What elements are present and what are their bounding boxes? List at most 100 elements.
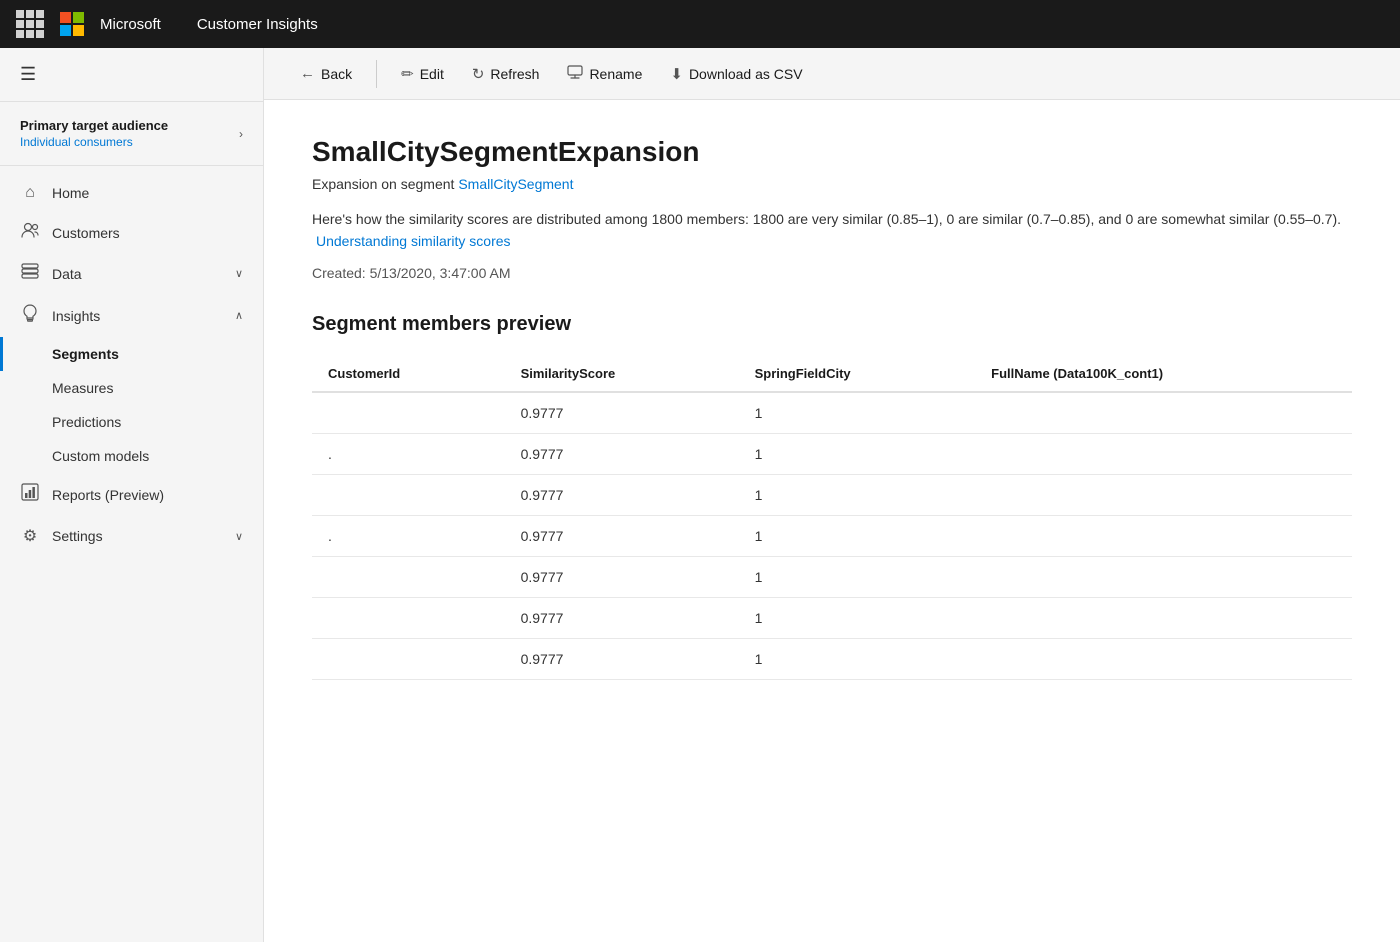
- table-row: 0.9777 1: [312, 474, 1352, 515]
- refresh-label: Refresh: [490, 66, 539, 82]
- cell-springfield-city: 1: [739, 638, 976, 679]
- back-label: Back: [321, 66, 352, 82]
- sidebar-item-reports[interactable]: Reports (Preview): [0, 473, 263, 516]
- edit-button[interactable]: ✏ Edit: [389, 59, 456, 89]
- col-customer-id: CustomerId: [312, 356, 505, 392]
- back-button[interactable]: ← Back: [288, 59, 364, 88]
- table-row: 0.9777 1: [312, 638, 1352, 679]
- cell-springfield-city: 1: [739, 433, 976, 474]
- microsoft-logo: [60, 12, 84, 36]
- col-fullname: FullName (Data100K_cont1): [975, 356, 1352, 392]
- cell-full-name: [975, 433, 1352, 474]
- sidebar-item-insights[interactable]: Insights ∧: [0, 294, 263, 337]
- cell-similarity-score: 0.9777: [505, 515, 739, 556]
- table-row: . 0.9777 1: [312, 515, 1352, 556]
- data-chevron-icon: ∨: [235, 267, 243, 280]
- cell-full-name: [975, 515, 1352, 556]
- cell-similarity-score: 0.9777: [505, 392, 739, 434]
- cell-springfield-city: 1: [739, 474, 976, 515]
- settings-icon: ⚙: [20, 526, 40, 546]
- sidebar-item-insights-label: Insights: [52, 308, 100, 324]
- sidebar-item-predictions[interactable]: Predictions: [0, 405, 263, 439]
- audience-label: Primary target audience: [20, 118, 168, 133]
- segment-subtitle: Expansion on segment SmallCitySegment: [312, 176, 1352, 192]
- settings-chevron-icon: ∨: [235, 530, 243, 543]
- sidebar-item-home[interactable]: ⌂ Home: [0, 174, 263, 212]
- cell-full-name: [975, 638, 1352, 679]
- sidebar-item-data[interactable]: Data ∨: [0, 253, 263, 294]
- microsoft-label: Microsoft: [100, 16, 161, 33]
- content-area: SmallCitySegmentExpansion Expansion on s…: [264, 100, 1400, 942]
- cell-customer-id: [312, 556, 505, 597]
- created-timestamp: Created: 5/13/2020, 3:47:00 AM: [312, 265, 1352, 281]
- refresh-icon: ↻: [472, 65, 485, 83]
- back-icon: ←: [300, 65, 315, 82]
- segment-title: SmallCitySegmentExpansion: [312, 136, 1352, 168]
- cell-springfield-city: 1: [739, 392, 976, 434]
- sidebar-item-reports-label: Reports (Preview): [52, 487, 164, 503]
- topbar: Microsoft Customer Insights: [0, 0, 1400, 48]
- subtitle-link[interactable]: SmallCitySegment: [458, 176, 573, 192]
- waffle-icon[interactable]: [16, 10, 44, 38]
- cell-customer-id: .: [312, 433, 505, 474]
- audience-sub: Individual consumers: [20, 135, 168, 149]
- cell-springfield-city: 1: [739, 556, 976, 597]
- table-row: 0.9777 1: [312, 597, 1352, 638]
- data-icon: [20, 263, 40, 284]
- edit-label: Edit: [420, 66, 444, 82]
- customers-icon: [20, 222, 40, 243]
- sidebar-item-settings[interactable]: ⚙ Settings ∨: [0, 516, 263, 556]
- sidebar-item-settings-label: Settings: [52, 528, 103, 544]
- insights-icon: [20, 304, 40, 327]
- download-label: Download as CSV: [689, 66, 803, 82]
- sidebar-item-segments[interactable]: Segments: [0, 337, 263, 371]
- body-area: ☰ Primary target audience Individual con…: [0, 48, 1400, 942]
- cell-customer-id: [312, 638, 505, 679]
- sidebar: ☰ Primary target audience Individual con…: [0, 48, 264, 942]
- main-area: ← Back ✏ Edit ↻ Refresh: [264, 48, 1400, 942]
- cell-full-name: [975, 474, 1352, 515]
- sidebar-item-home-label: Home: [52, 185, 89, 201]
- download-button[interactable]: ⬇ Download as CSV: [658, 59, 814, 89]
- cell-similarity-score: 0.9777: [505, 474, 739, 515]
- table-row: 0.9777 1: [312, 392, 1352, 434]
- cell-full-name: [975, 597, 1352, 638]
- rename-label: Rename: [589, 66, 642, 82]
- sidebar-item-custom-models[interactable]: Custom models: [0, 439, 263, 473]
- preview-title: Segment members preview: [312, 313, 1352, 336]
- audience-selector[interactable]: Primary target audience Individual consu…: [0, 102, 263, 166]
- table-row: 0.9777 1: [312, 556, 1352, 597]
- similarity-scores-link[interactable]: Understanding similarity scores: [316, 233, 511, 249]
- cell-similarity-score: 0.9777: [505, 597, 739, 638]
- sidebar-item-customers-label: Customers: [52, 225, 120, 241]
- measures-label: Measures: [52, 380, 113, 396]
- cell-similarity-score: 0.9777: [505, 433, 739, 474]
- hamburger-button[interactable]: ☰: [0, 48, 263, 102]
- cell-customer-id: [312, 392, 505, 434]
- cell-springfield-city: 1: [739, 597, 976, 638]
- home-icon: ⌂: [20, 184, 40, 202]
- predictions-label: Predictions: [52, 414, 121, 430]
- col-similarity-score: SimilarityScore: [505, 356, 739, 392]
- sidebar-item-customers[interactable]: Customers: [0, 212, 263, 253]
- app-name: Customer Insights: [197, 16, 318, 33]
- segments-label: Segments: [52, 346, 119, 362]
- subtitle-prefix: Expansion on segment: [312, 176, 458, 192]
- rename-button[interactable]: Rename: [555, 59, 654, 89]
- sidebar-item-measures[interactable]: Measures: [0, 371, 263, 405]
- edit-icon: ✏: [401, 65, 414, 83]
- sidebar-nav: ⌂ Home Customers: [0, 166, 263, 564]
- description-text: Here's how the similarity scores are dis…: [312, 211, 1341, 227]
- audience-chevron-icon: ›: [239, 127, 243, 141]
- rename-icon: [567, 65, 583, 83]
- segment-description: Here's how the similarity scores are dis…: [312, 208, 1352, 253]
- cell-customer-id: [312, 597, 505, 638]
- table-row: . 0.9777 1: [312, 433, 1352, 474]
- refresh-button[interactable]: ↻ Refresh: [460, 59, 552, 89]
- cell-similarity-score: 0.9777: [505, 638, 739, 679]
- reports-icon: [20, 483, 40, 506]
- cell-full-name: [975, 392, 1352, 434]
- custom-models-label: Custom models: [52, 448, 149, 464]
- toolbar: ← Back ✏ Edit ↻ Refresh: [264, 48, 1400, 100]
- cell-customer-id: [312, 474, 505, 515]
